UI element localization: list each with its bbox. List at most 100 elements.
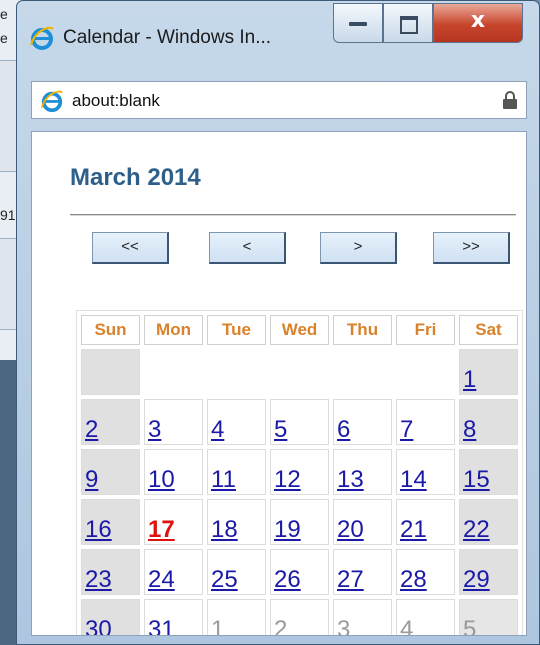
calendar-day-link[interactable]: 24 [148,566,175,593]
internet-explorer-icon [40,90,63,113]
calendar-empty-cell [81,349,140,395]
calendar-day-link[interactable]: 11 [211,466,236,493]
month-title: March 2014 [70,164,201,191]
calendar-day-link[interactable]: 18 [211,516,238,543]
calendar-day-link[interactable]: 25 [211,566,238,593]
calendar-week-row: 23 24 25 26 27 28 29 [81,549,518,595]
calendar-popup-window: Calendar - Windows In... x about:blank M… [16,0,540,645]
calendar-day-cell: 15 [459,449,518,495]
calendar-grid: Sun Mon Tue Wed Thu Fri Sat 1 2 3 4 5 6 7 8 9 10 11 12 13 1… [76,310,523,635]
prev-month-button[interactable]: < [209,232,286,264]
calendar-day-cell: 4 [396,599,455,635]
calendar-day-cell: 1 [207,599,266,635]
calendar-day-cell: 9 [81,449,140,495]
calendar-empty-cell [144,349,203,395]
calendar-day-link[interactable]: 8 [463,416,476,443]
calendar-day-cell: 19 [270,499,329,545]
calendar-day-cell: 12 [270,449,329,495]
title-bar[interactable]: Calendar - Windows In... x [17,1,539,81]
minimize-button[interactable] [333,3,383,43]
calendar-day-cell: 5 [270,399,329,445]
calendar-day-link[interactable]: 7 [400,416,413,443]
calendar-day-link[interactable]: 31 [148,616,175,635]
calendar-day-cell: 26 [270,549,329,595]
calendar-day-cell: 16 [81,499,140,545]
calendar-week-row: 1 [81,349,518,395]
calendar-day-link[interactable]: 22 [463,516,490,543]
calendar-day-link[interactable]: 15 [463,466,490,493]
address-url: about:blank [72,91,160,110]
maximize-button[interactable] [383,3,433,43]
calendar-day-link[interactable]: 14 [400,466,427,493]
weekday-header-row: Sun Mon Tue Wed Thu Fri Sat [81,315,518,345]
calendar-day-cell: 28 [396,549,455,595]
next-year-button[interactable]: >> [433,232,510,264]
weekday-fri: Fri [396,315,455,345]
calendar-day-cell: 6 [333,399,392,445]
calendar-day-link[interactable]: 30 [85,616,112,635]
weekday-sun: Sun [81,315,140,345]
calendar-day-link[interactable]: 13 [337,466,364,493]
calendar-empty-cell [207,349,266,395]
weekday-tue: Tue [207,315,266,345]
calendar-week-row: 16 17 18 19 20 21 22 [81,499,518,545]
weekday-thu: Thu [333,315,392,345]
calendar-day-cell: 21 [396,499,455,545]
calendar-day-link[interactable]: 4 [211,416,224,443]
calendar-day-link[interactable]: 21 [400,516,427,543]
calendar-day-link[interactable]: 19 [274,516,301,543]
calendar-day-link[interactable]: 28 [400,566,427,593]
calendar-day-link[interactable]: 17 [148,516,175,543]
calendar-empty-cell [396,349,455,395]
calendar-day-link[interactable]: 16 [85,516,112,543]
calendar-next-month-day-link[interactable]: 2 [274,616,287,635]
calendar-day-cell: 13 [333,449,392,495]
lock-icon [503,91,517,109]
calendar-day-link[interactable]: 29 [463,566,490,593]
calendar-day-cell: 25 [207,549,266,595]
address-bar[interactable]: about:blank [31,81,527,119]
calendar-day-link[interactable]: 23 [85,566,112,593]
background-text: e [0,30,8,46]
calendar-day-cell: 29 [459,549,518,595]
calendar-day-cell: 5 [459,599,518,635]
calendar-day-link[interactable]: 3 [148,416,161,443]
close-button[interactable]: x [433,3,523,43]
calendar-day-link[interactable]: 6 [337,416,350,443]
calendar-day-cell: 17 [144,499,203,545]
calendar-day-link[interactable]: 20 [337,516,364,543]
calendar-day-cell: 2 [81,399,140,445]
calendar-next-month-day-link[interactable]: 4 [400,616,413,635]
calendar-next-month-day-link[interactable]: 3 [337,616,350,635]
calendar-day-cell: 3 [333,599,392,635]
calendar-day-link[interactable]: 2 [85,416,98,443]
calendar-day-cell: 1 [459,349,518,395]
calendar-day-link[interactable]: 5 [274,416,287,443]
calendar-day-cell: 31 [144,599,203,635]
calendar-day-link[interactable]: 26 [274,566,301,593]
calendar-day-link[interactable]: 1 [463,366,476,393]
calendar-empty-cell [333,349,392,395]
calendar-day-cell: 20 [333,499,392,545]
calendar-day-cell: 3 [144,399,203,445]
calendar-day-cell: 7 [396,399,455,445]
calendar-empty-cell [270,349,329,395]
calendar-next-month-day-link[interactable]: 1 [211,616,224,635]
background-text: e [0,6,8,22]
calendar-day-cell: 4 [207,399,266,445]
next-month-button[interactable]: > [320,232,397,264]
calendar-next-month-day-link[interactable]: 5 [463,616,476,635]
calendar-day-cell: 11 [207,449,266,495]
weekday-wed: Wed [270,315,329,345]
weekday-mon: Mon [144,315,203,345]
window-title: Calendar - Windows In... [63,27,272,48]
calendar-day-link[interactable]: 27 [337,566,364,593]
calendar-week-row: 2 3 4 5 6 7 8 [81,399,518,445]
calendar-day-link[interactable]: 9 [85,466,98,493]
page-content: March 2014 << < > >> Sun Mon Tue Wed Thu Fri S… [31,131,527,636]
calendar-week-row: 30 31 1 2 3 4 5 [81,599,518,635]
prev-year-button[interactable]: << [92,232,169,264]
calendar-day-link[interactable]: 10 [148,466,175,493]
calendar-day-cell: 22 [459,499,518,545]
calendar-day-link[interactable]: 12 [274,466,301,493]
